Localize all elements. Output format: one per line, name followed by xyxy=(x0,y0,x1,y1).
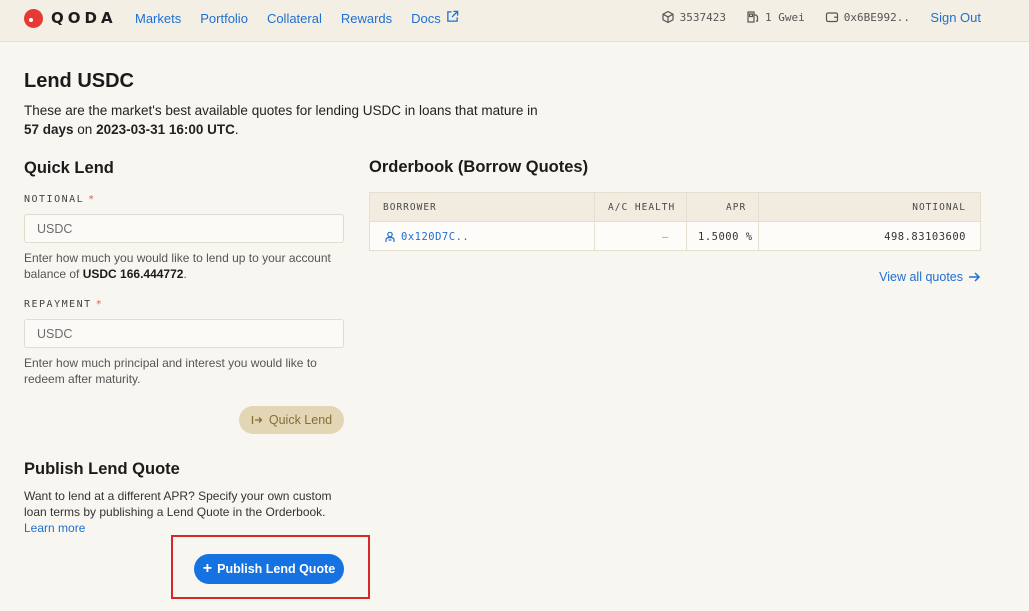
nav-links: Markets Portfolio Collateral Rewards Doc… xyxy=(135,10,459,26)
lead-period: . xyxy=(234,122,239,137)
borrower-address: 0x120D7C.. xyxy=(401,230,470,243)
required-marker: * xyxy=(95,299,104,310)
view-all-quotes-link[interactable]: View all quotes xyxy=(879,270,981,284)
apr-value: 1.5000 % xyxy=(698,222,753,251)
plus-icon: + xyxy=(202,560,213,577)
notional-label: NOTIONAL * xyxy=(24,194,96,205)
quick-lend-button[interactable]: Quick Lend xyxy=(239,406,344,434)
nav-link-docs[interactable]: Docs xyxy=(411,10,459,26)
publish-lend-quote-button[interactable]: + Publish Lend Quote xyxy=(194,554,344,584)
orderbook-table: BORROWER A/C HEALTH APR NOTIONAL 0x120D7… xyxy=(369,192,981,251)
col-apr: APR xyxy=(726,202,747,213)
learn-more-link[interactable]: Learn more xyxy=(24,521,85,535)
lead-text: These are the market's best available qu… xyxy=(24,103,538,118)
notional-value: 498.83103600 xyxy=(884,230,966,243)
page-description: These are the market's best available qu… xyxy=(24,101,564,139)
apr-unit: % xyxy=(745,230,753,243)
publish-button-label: Publish Lend Quote xyxy=(217,562,336,576)
sign-out-link[interactable]: Sign Out xyxy=(930,10,981,25)
table-row[interactable]: 0x120D7C.. — 1.5000 % 498.83103600 xyxy=(370,222,980,251)
publish-quote-description: Want to lend at a different APR? Specify… xyxy=(24,488,344,536)
nav-status: 3537423 1 Gwei 0x6BE992.. xyxy=(661,10,910,24)
page-title: Lend USDC xyxy=(24,70,134,92)
publish-desc-text: Want to lend at a different APR? Specify… xyxy=(24,489,332,519)
repayment-help: Enter how much principal and interest yo… xyxy=(24,356,317,386)
table-header: BORROWER A/C HEALTH APR NOTIONAL xyxy=(370,193,980,222)
notional-help: Enter how much you would like to lend up… xyxy=(24,250,344,282)
notional-help-end: . xyxy=(183,267,187,281)
external-link-icon xyxy=(446,10,459,26)
repayment-label-text: REPAYMENT xyxy=(24,299,92,310)
qoda-logo-icon xyxy=(24,8,43,28)
account-health: — xyxy=(662,230,669,243)
view-all-label: View all quotes xyxy=(879,270,963,284)
quick-lend-button-label: Quick Lend xyxy=(268,413,333,427)
qoda-logo[interactable]: QODA xyxy=(24,8,117,28)
publish-quote-title: Publish Lend Quote xyxy=(24,460,180,478)
wallet-address-value: 0x6BE992.. xyxy=(843,10,910,24)
top-nav: QODA Markets Portfolio Collateral Reward… xyxy=(0,0,1029,42)
apr-number: 1.5000 xyxy=(698,230,739,243)
cube-icon xyxy=(662,10,674,24)
borrower-link[interactable]: 0x120D7C.. xyxy=(384,222,469,251)
wallet-address[interactable]: 0x6BE992.. xyxy=(825,10,910,24)
brand-name: QODA xyxy=(51,9,117,27)
arrow-right-icon xyxy=(969,272,981,282)
col-health: A/C HEALTH xyxy=(608,202,676,213)
notional-input[interactable]: USDC xyxy=(24,214,344,243)
nav-link-collateral[interactable]: Collateral xyxy=(267,10,322,26)
notional-label-text: NOTIONAL xyxy=(24,194,85,205)
col-borrower: BORROWER xyxy=(383,202,437,213)
orderbook-title: Orderbook (Borrow Quotes) xyxy=(369,158,589,176)
wallet-icon xyxy=(825,12,838,23)
repayment-label: REPAYMENT * xyxy=(24,299,103,310)
gas-price-value: 1 Gwei xyxy=(765,10,805,24)
gas-price: 1 Gwei xyxy=(746,10,805,24)
nav-link-markets[interactable]: Markets xyxy=(135,10,181,26)
lead-on: on xyxy=(73,122,97,137)
nav-link-rewards[interactable]: Rewards xyxy=(341,10,392,26)
col-notional: NOTIONAL xyxy=(912,202,966,213)
block-number: 3537423 xyxy=(661,10,726,24)
quick-lend-title: Quick Lend xyxy=(24,159,114,177)
maturity-date: 2023-03-31 16:00 UTC xyxy=(96,122,235,137)
arrow-right-to-line-icon xyxy=(251,416,263,424)
user-icon xyxy=(385,231,395,242)
gas-pump-icon xyxy=(747,11,759,23)
nav-link-docs-label: Docs xyxy=(411,10,441,26)
repayment-input[interactable]: USDC xyxy=(24,319,344,348)
maturity-days: 57 days xyxy=(24,122,74,137)
account-balance: USDC 166.444772 xyxy=(82,267,184,281)
required-marker: * xyxy=(88,194,96,205)
block-number-value: 3537423 xyxy=(679,10,727,24)
nav-link-portfolio[interactable]: Portfolio xyxy=(200,10,248,26)
